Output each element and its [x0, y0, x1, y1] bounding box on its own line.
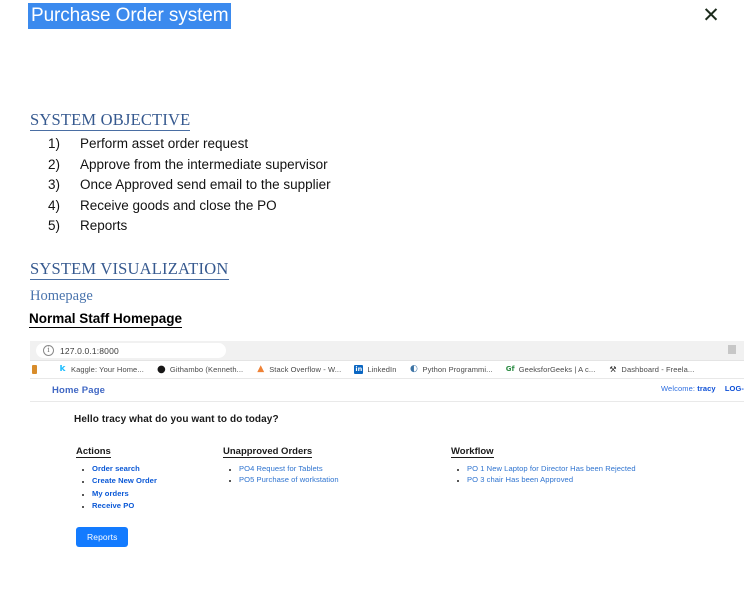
- list-item[interactable]: PO 3 chair Has been Approved: [467, 474, 636, 485]
- list-item[interactable]: Create New Order: [92, 475, 157, 487]
- bookmark-label: Dashboard - Freela...: [621, 365, 695, 374]
- unapproved-orders-list: PO4 Request for Tablets PO5 Purchase of …: [223, 463, 339, 486]
- logout-link[interactable]: LOG-: [725, 384, 744, 393]
- list-item-number: 3): [48, 177, 61, 193]
- list-item[interactable]: Receive PO: [92, 500, 157, 512]
- embedded-browser-screenshot: i 127.0.0.1:8000 k Kaggle: Your Home... …: [30, 341, 744, 591]
- unapproved-orders-heading: Unapproved Orders: [223, 446, 313, 458]
- actions-column-heading: Actions: [76, 446, 111, 458]
- bookmark-label: Stack Overflow - W...: [269, 365, 342, 374]
- unapproved-orders-column: Unapproved Orders PO4 Request for Tablet…: [223, 441, 339, 486]
- bookmark-label: Python Programmi...: [422, 365, 493, 374]
- action-link-order-search[interactable]: Order search: [92, 464, 140, 473]
- app-navbar: Home Page Welcome: tracy LOG-: [30, 379, 744, 402]
- welcome-label: Welcome:: [661, 384, 696, 393]
- stackoverflow-icon: ▲: [256, 365, 266, 374]
- bookmarks-bar: k Kaggle: Your Home... ● Githambo (Kenne…: [30, 361, 744, 379]
- workflow-item-link[interactable]: PO 1 New Laptop for Director Has been Re…: [467, 464, 636, 473]
- system-objective-heading-text: SYSTEM OBJECTIVE: [30, 110, 191, 131]
- actions-list: Order search Create New Order My orders …: [76, 463, 157, 513]
- address-bar-url: 127.0.0.1:8000: [60, 345, 119, 356]
- bookmark-item-dashboard[interactable]: ⚒ Dashboard - Freela...: [608, 365, 694, 374]
- list-item-number: 1): [48, 136, 61, 151]
- action-link-my-orders[interactable]: My orders: [92, 489, 129, 498]
- bookmark-star-icon[interactable]: [728, 345, 736, 354]
- action-link-receive-po[interactable]: Receive PO: [92, 501, 134, 510]
- actions-column: Actions Order search Create New Order My…: [76, 441, 157, 513]
- system-visualization-heading: SYSTEM VISUALIZATION: [30, 259, 229, 280]
- bookmark-item-geeksforgeeks[interactable]: GfG GeeksforGeeks | A c...: [505, 365, 596, 374]
- workflow-heading: Workflow: [451, 446, 494, 458]
- homepage-subheading: Homepage: [30, 288, 93, 304]
- bookmark-item-linkedin[interactable]: in LinkedIn: [354, 365, 396, 374]
- bookmark-item-stackoverflow[interactable]: ▲ Stack Overflow - W...: [256, 365, 341, 374]
- list-item-text: Receive goods and close the PO: [80, 197, 277, 213]
- list-item[interactable]: PO4 Request for Tablets: [239, 463, 339, 474]
- list-item[interactable]: PO 1 New Laptop for Director Has been Re…: [467, 463, 636, 474]
- dashboard-icon: ⚒: [608, 365, 618, 374]
- site-info-icon[interactable]: i: [43, 345, 54, 356]
- workflow-list: PO 1 New Laptop for Director Has been Re…: [451, 463, 636, 486]
- bookmark-item-python[interactable]: ◐ Python Programmi...: [409, 365, 493, 374]
- list-item-text: Perform asset order request: [80, 136, 249, 151]
- bookmark-item[interactable]: [32, 365, 45, 374]
- nav-user-area: Welcome: tracy LOG-: [661, 384, 744, 393]
- list-item: 5) Reports: [48, 216, 331, 237]
- partial-bookmark-icon: [32, 365, 37, 374]
- list-item[interactable]: My orders: [92, 488, 157, 500]
- system-objective-heading: SYSTEM OBJECTIVE: [30, 110, 191, 131]
- kaggle-icon: k: [58, 365, 67, 374]
- unapproved-order-link[interactable]: PO5 Purchase of workstation: [239, 475, 339, 484]
- nav-home-page-link[interactable]: Home Page: [52, 385, 105, 396]
- list-item: 2) Approve from the intermediate supervis…: [48, 155, 331, 176]
- bookmark-label: Githambo (Kenneth...: [169, 365, 244, 374]
- bookmark-label: LinkedIn: [367, 365, 397, 374]
- bookmark-label: Kaggle: Your Home...: [71, 365, 144, 374]
- list-item-number: 2): [48, 156, 61, 172]
- list-item: 4) Receive goods and close the PO: [48, 196, 331, 217]
- objective-list: 1) Perform asset order request 2) Approve …: [48, 134, 331, 237]
- browser-url-bar: i 127.0.0.1:8000: [30, 341, 744, 361]
- list-item-number: 5): [48, 218, 61, 234]
- normal-staff-homepage-label: Normal Staff Homepage: [29, 311, 183, 328]
- bookmark-item-github[interactable]: ● Githambo (Kenneth...: [156, 365, 244, 374]
- list-item[interactable]: PO5 Purchase of workstation: [239, 474, 339, 485]
- system-visualization-heading-text: SYSTEM VISUALIZATION: [30, 259, 229, 280]
- document-header: Purchase Order system ✕: [0, 0, 744, 40]
- workflow-column: Workflow PO 1 New Laptop for Director Ha…: [451, 441, 636, 486]
- bookmark-label: GeeksforGeeks | A c...: [518, 365, 596, 374]
- list-item: 3) Once Approved send email to the suppli…: [48, 175, 331, 196]
- action-link-create-new-order[interactable]: Create New Order: [92, 476, 157, 485]
- address-bar[interactable]: i 127.0.0.1:8000: [36, 343, 226, 358]
- bookmark-item-kaggle[interactable]: k Kaggle: Your Home...: [58, 365, 144, 374]
- close-icon[interactable]: ✕: [700, 4, 722, 26]
- greeting-text: Hello tracy what do you want to do today…: [74, 414, 279, 425]
- unapproved-order-link[interactable]: PO4 Request for Tablets: [239, 464, 323, 473]
- python-icon: ◐: [409, 365, 419, 374]
- list-item: 1) Perform asset order request: [48, 134, 331, 155]
- geeksforgeeks-icon: GfG: [505, 365, 515, 374]
- list-item-text: Approve from the intermediate supervisor: [80, 156, 328, 172]
- workflow-item-link[interactable]: PO 3 chair Has been Approved: [467, 475, 573, 484]
- github-icon: ●: [156, 365, 166, 374]
- list-item-number: 4): [48, 197, 61, 213]
- list-item-text: Once Approved send email to the supplier: [80, 177, 331, 193]
- username-label: tracy: [697, 384, 716, 393]
- linkedin-icon: in: [354, 365, 364, 374]
- list-item-text: Reports: [80, 218, 128, 234]
- reports-button[interactable]: Reports: [76, 527, 129, 547]
- list-item[interactable]: Order search: [92, 463, 157, 475]
- page-title: Purchase Order system: [28, 3, 232, 29]
